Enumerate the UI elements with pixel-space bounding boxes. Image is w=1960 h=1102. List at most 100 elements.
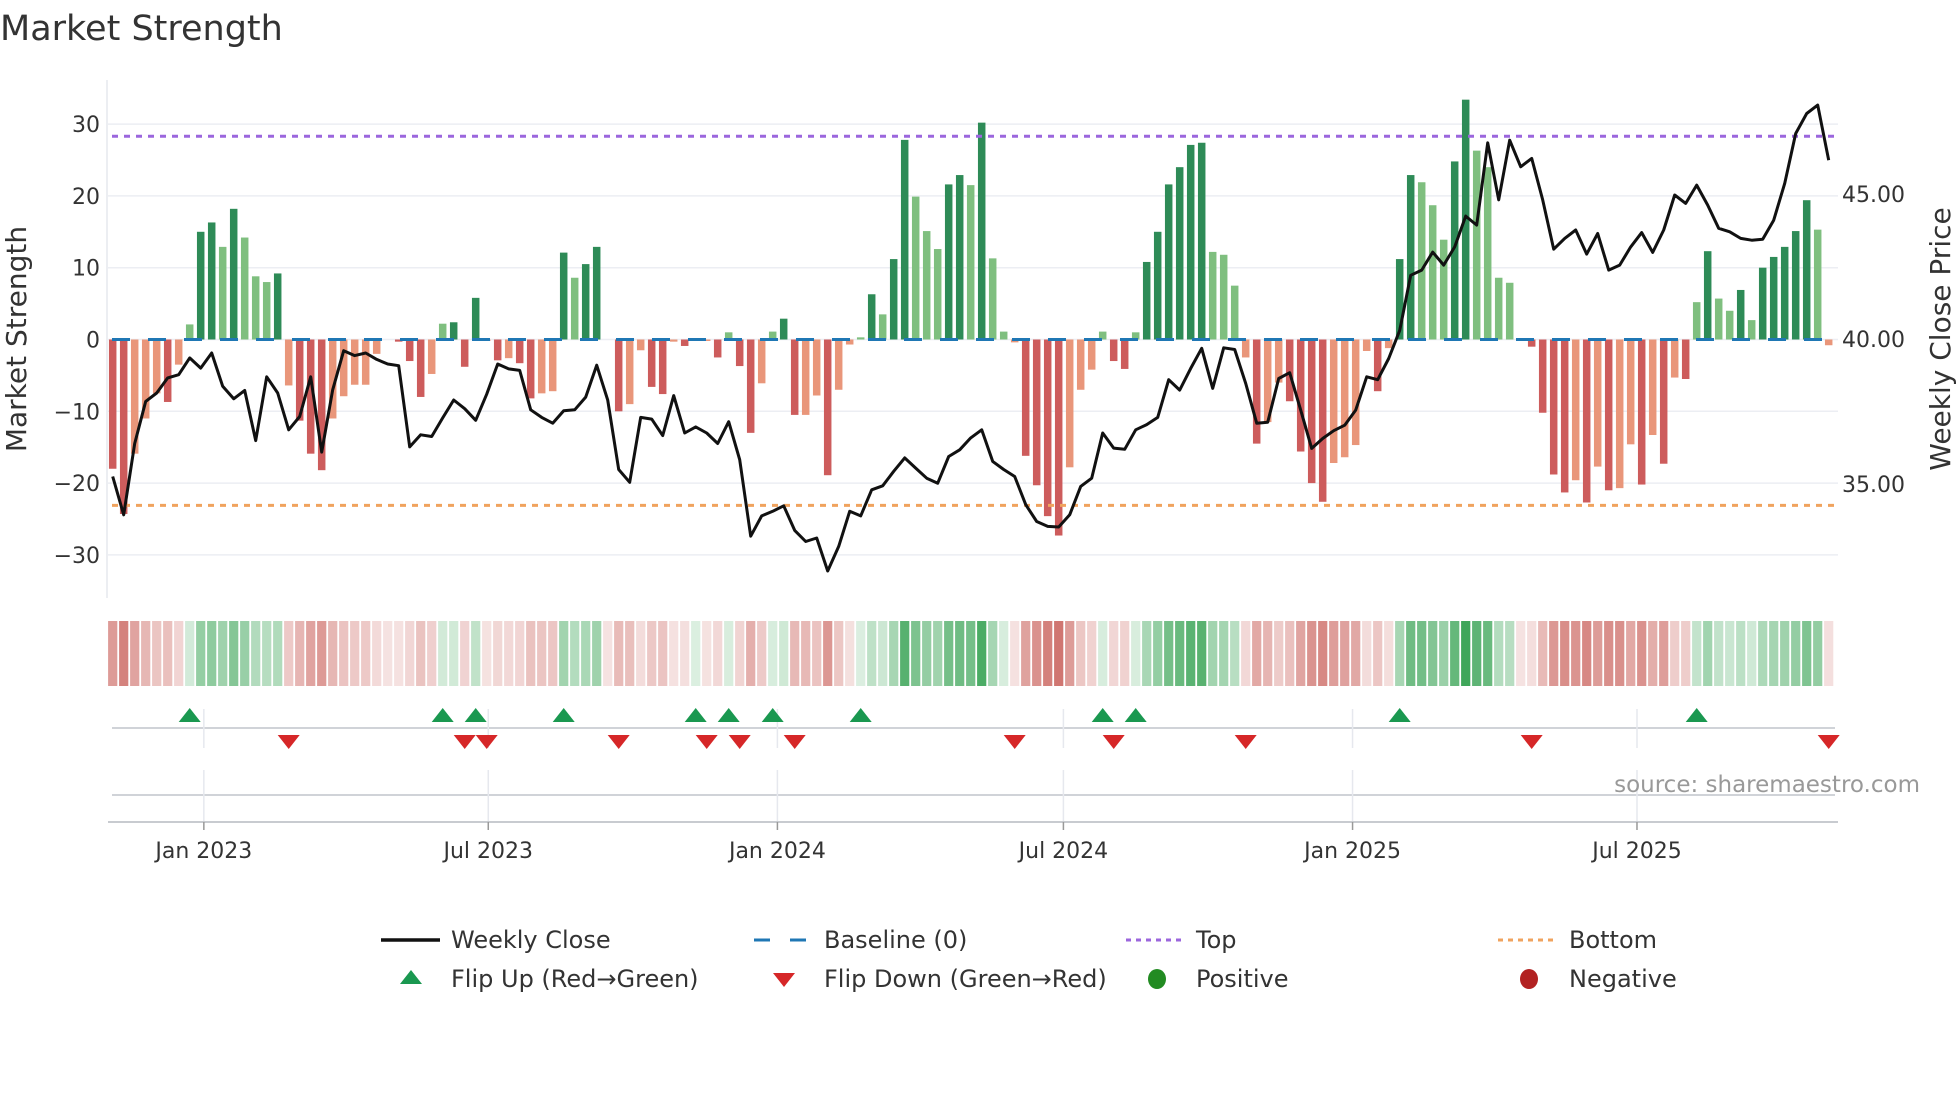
- strength-bar: [372, 339, 381, 354]
- strength-bar: [229, 208, 238, 340]
- market-strength-chart: Market Strength 30 20 10 0 −10 −20 −30 35.00 40…: [0, 9, 1957, 993]
- strip-cell: [306, 621, 316, 686]
- strip-cell: [1340, 621, 1350, 686]
- strength-bar: [922, 231, 931, 340]
- strip-cell: [1791, 621, 1801, 686]
- legend-item-negative: Negative: [1520, 965, 1677, 993]
- strength-bar: [746, 339, 755, 433]
- strip-cell: [284, 621, 294, 686]
- flip-down-marker: [1102, 735, 1125, 749]
- strip-cell: [482, 621, 492, 686]
- strip-cell: [1208, 621, 1218, 686]
- strength-bar: [856, 337, 865, 340]
- x-tick-label: Jul 2023: [442, 839, 534, 864]
- strip-cell: [405, 621, 415, 686]
- strength-bar: [1472, 150, 1481, 340]
- strength-bar: [427, 339, 436, 374]
- strip-cell: [163, 621, 173, 686]
- y-axis-title: Market Strength: [0, 226, 33, 452]
- strength-bar: [1307, 339, 1316, 484]
- strength-bar: [625, 339, 634, 405]
- strip-cell: [251, 621, 261, 686]
- strength-bar: [1208, 251, 1217, 340]
- triangle-up-icon: [400, 970, 422, 984]
- x-tick-label: Jan 2023: [153, 839, 252, 864]
- strip-cell: [823, 621, 833, 686]
- strength-bar: [1549, 339, 1558, 475]
- strength-bar: [1142, 261, 1151, 340]
- strip-cell: [669, 621, 679, 686]
- strip-cell: [592, 621, 602, 686]
- flip-up-marker: [717, 708, 740, 722]
- strength-bar: [581, 264, 590, 340]
- strength-bar: [944, 184, 953, 340]
- left-tick-labels: 30 20 10 0 −10 −20 −30: [54, 113, 100, 569]
- strength-bar: [1406, 175, 1415, 340]
- strip-cell: [449, 621, 459, 686]
- strip-cell: [152, 621, 162, 686]
- strength-bar: [218, 246, 227, 340]
- strip-cell: [867, 621, 877, 686]
- strip-cell: [713, 621, 723, 686]
- strength-bar: [196, 231, 205, 340]
- strip-cell: [1219, 621, 1229, 686]
- strip-cell: [658, 621, 668, 686]
- strength-bar: [1219, 254, 1228, 340]
- strip-cell: [1021, 621, 1031, 686]
- strip-cell: [1615, 621, 1625, 686]
- strip-cell: [1571, 621, 1581, 686]
- strength-bar: [185, 324, 194, 340]
- strip-cell: [1120, 621, 1130, 686]
- strength-bar: [273, 273, 282, 340]
- strength-bar: [1714, 298, 1723, 340]
- strength-bar: [108, 339, 117, 469]
- strip-cell: [119, 621, 129, 686]
- strip-cell: [1296, 621, 1306, 686]
- strength-bar: [823, 339, 832, 476]
- strength-bar: [1065, 339, 1074, 468]
- circle-icon: [1520, 969, 1538, 989]
- strip-cell: [746, 621, 756, 686]
- strip-cell: [845, 621, 855, 686]
- strip-cell: [625, 621, 635, 686]
- strength-bar: [438, 323, 447, 340]
- y2-tick-label: 45.00: [1842, 183, 1905, 208]
- y-tick-label: 30: [72, 113, 100, 138]
- y2-tick-label: 40.00: [1842, 328, 1905, 353]
- strength-bar: [1109, 339, 1118, 362]
- strip-cell: [218, 621, 228, 686]
- strip-cell: [361, 621, 371, 686]
- strip-cell: [185, 621, 195, 686]
- strip-cell: [900, 621, 910, 686]
- strip-cell: [1395, 621, 1405, 686]
- strip-cell: [922, 621, 932, 686]
- strip-cell: [1758, 621, 1768, 686]
- strength-bar: [548, 339, 557, 392]
- strength-bar: [1626, 339, 1635, 445]
- strip-cell: [757, 621, 767, 686]
- strip-cell: [581, 621, 591, 686]
- strength-bar: [339, 339, 348, 397]
- strip-cell: [1802, 621, 1812, 686]
- y2-axis-title: Weekly Close Price: [1924, 207, 1957, 470]
- strip-cell: [273, 621, 283, 686]
- strip-cell: [1527, 621, 1537, 686]
- strength-bar: [1494, 277, 1503, 340]
- flip-down-marker: [607, 735, 630, 749]
- strip-cell: [1153, 621, 1163, 686]
- strength-bar: [1428, 205, 1437, 340]
- strength-bar: [1571, 339, 1580, 481]
- strength-bar: [1318, 339, 1327, 502]
- y-tick-label: −30: [54, 544, 100, 569]
- strength-bar: [1120, 339, 1129, 369]
- flip-down-marker: [783, 735, 806, 749]
- strip-cell: [1681, 621, 1691, 686]
- strip-cell: [295, 621, 305, 686]
- strength-bar: [1615, 339, 1624, 489]
- flip-down-marker: [277, 735, 300, 749]
- strip-cell: [735, 621, 745, 686]
- right-tick-labels: 35.00 40.00 45.00: [1842, 183, 1905, 498]
- strip-cell: [988, 621, 998, 686]
- strip-cell: [955, 621, 965, 686]
- flip-up-marker: [849, 708, 872, 722]
